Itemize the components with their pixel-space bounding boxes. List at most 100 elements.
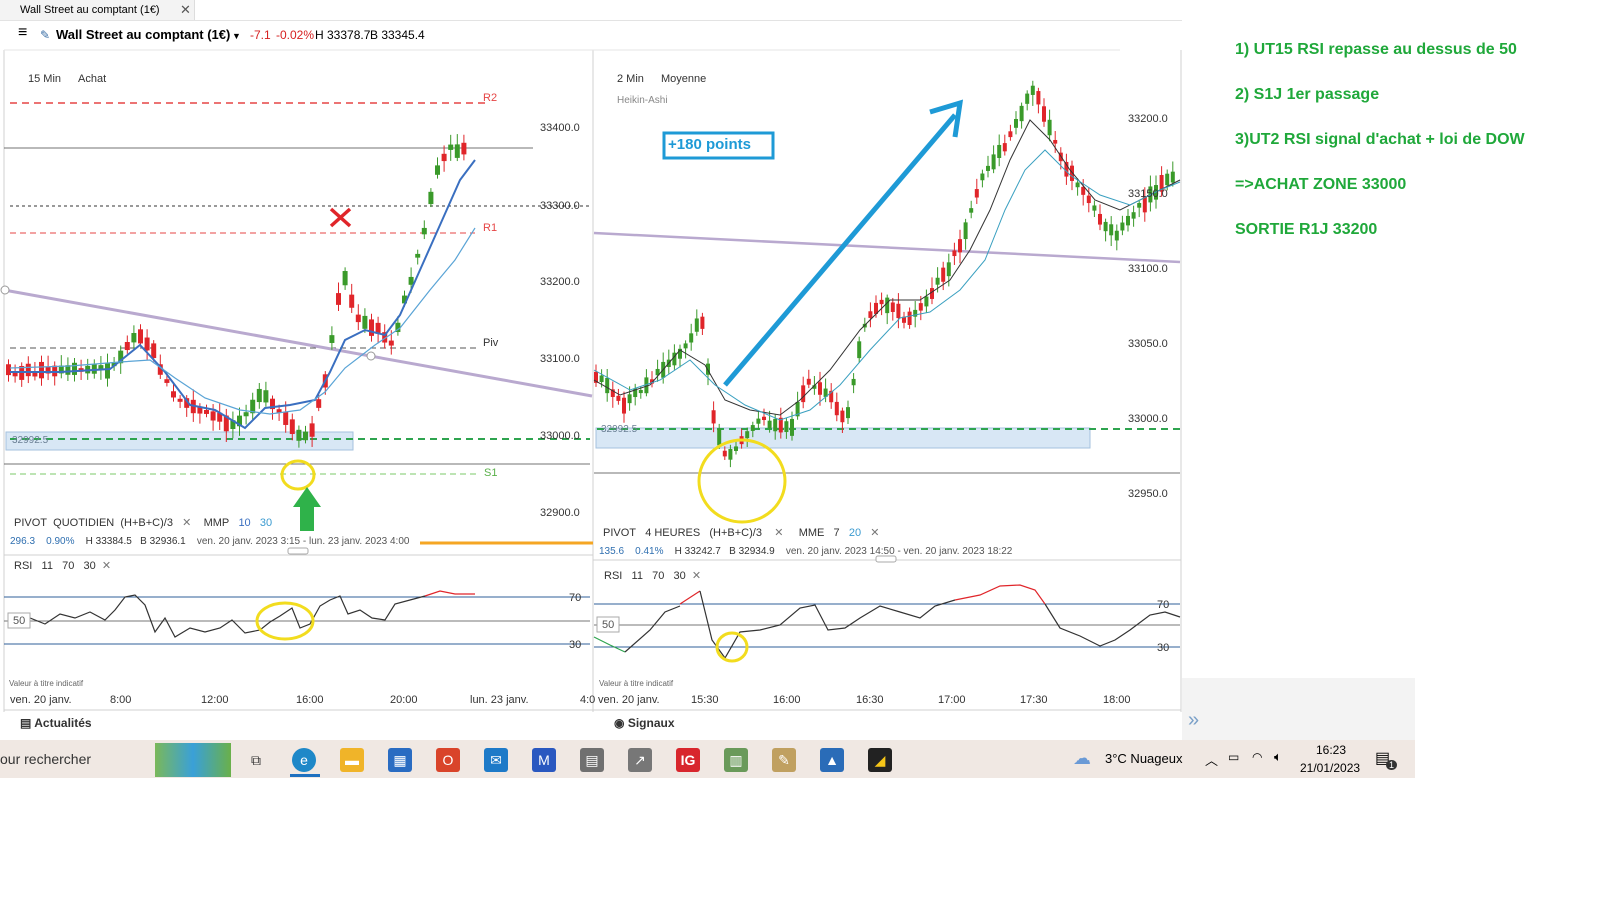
candle [1170,171,1175,183]
candle [952,250,957,257]
rsi-name: RSI [14,560,33,572]
left-rsi-chart[interactable] [4,590,590,645]
right-rsi-chart[interactable] [593,584,1181,663]
candle [316,399,322,408]
stock-app-icon[interactable]: ↗ [628,748,652,772]
price-tick: 33300.0 [540,200,580,212]
candle [441,153,447,162]
edge-icon[interactable]: e [292,748,316,772]
time-tick: 4:0 [580,694,596,706]
rsi-level-30: 30 [1157,642,1170,654]
close-icon[interactable]: ✕ [182,517,191,529]
candle [728,448,733,460]
tab-signaux-label: Signaux [627,716,675,730]
ma-period-1: 7 [833,527,840,539]
level-s1: S1 [484,467,498,479]
volume-icon[interactable]: 🔈︎ [1274,749,1282,765]
right-timeframe[interactable]: 2 Min [617,73,644,85]
rsi-level-70: 70 [1157,599,1170,611]
close-icon[interactable]: ✕ [102,560,111,572]
right-pivot-row: PIVOT 4 HEURES (H+B+C)/3 ✕ MME 7 20 ✕ [603,526,879,539]
candle [851,378,856,386]
candle [362,315,368,329]
candle [1092,205,1097,211]
up-arrow-icon [293,487,321,531]
task-view-icon[interactable]: ⧉ [244,748,268,772]
scroll-handle[interactable] [287,547,309,555]
rsi-param: 70 [652,570,665,582]
rsi-param: 11 [631,570,643,582]
expand-icon[interactable]: » [1188,709,1199,732]
candle [986,165,990,171]
candle [461,142,467,155]
candle [256,388,262,403]
time-tick: 17:00 [938,694,966,706]
clock-time[interactable]: 16:23 [1316,743,1346,757]
left-candles [6,134,467,448]
zone-label: 32992.5 [601,424,638,435]
weather-text[interactable]: 3°C Nuageux [1105,751,1182,766]
callout-text: +180 points [668,136,751,153]
chart-type: Heikin-Ashi [617,95,668,106]
left-timeframe[interactable]: 15 Min [28,73,61,85]
stat-pct: 0.90% [46,536,75,547]
left-price-chart[interactable] [0,102,593,531]
taskbar-search[interactable]: our rechercher [0,751,91,767]
sticky-notes-icon[interactable]: ◢ [868,748,892,772]
ig-icon[interactable]: IG [676,748,700,772]
candle [428,191,434,205]
chevron-up-icon[interactable]: ︿ [1205,750,1218,769]
candle [131,333,137,343]
tab-signaux[interactable]: ◉ Signaux [614,716,675,730]
candle [806,378,811,385]
mail-icon[interactable]: ✉ [484,748,508,772]
candle [974,189,979,198]
clock-date[interactable]: 21/01/2023 [1300,761,1360,775]
chart-app-icon[interactable]: M [532,748,556,772]
paint-icon[interactable]: ✎ [772,748,796,772]
candle [342,271,348,286]
office-icon[interactable]: O [436,748,460,772]
ma-period-2: 20 [848,527,862,539]
candle [605,377,610,394]
folder-icon[interactable]: ▬ [340,748,364,772]
candle [355,314,361,323]
price-tick: 33000.0 [540,430,580,442]
photos-icon[interactable]: ▲ [820,748,844,772]
ma-period-2: 30 [259,517,273,529]
battery-icon[interactable]: ▭ [1228,750,1239,764]
spreadsheet-icon[interactable]: ▥ [724,748,748,772]
wifi-icon[interactable]: ◠ [1252,750,1262,764]
stat-low: B 32934.9 [729,546,775,557]
stat-value: 296.3 [10,536,36,547]
price-tick: 32900.0 [540,507,580,519]
candle [1025,93,1030,104]
candle [840,410,845,423]
time-tick: 16:00 [773,694,801,706]
candle [711,410,716,424]
candle [935,277,940,285]
candle [599,375,604,383]
price-tick: 33050.0 [1128,338,1168,350]
close-icon[interactable]: ✕ [774,527,783,539]
candle [369,319,374,336]
candle [969,208,974,213]
red-x-icon [329,207,352,228]
left-mode[interactable]: Achat [78,73,106,85]
candle [336,293,341,305]
close-icon[interactable]: ✕ [870,527,879,539]
disclaimer: Valeur à titre indicatif [599,679,674,688]
candle [980,173,985,181]
left-stats-row: 296.3 0.90% H 33384.5 B 32936.1 ven. 20 … [10,536,409,547]
charts-canvas[interactable] [0,0,1190,740]
right-mode[interactable]: Moyenne [661,73,706,85]
calculator-icon[interactable]: ▤ [580,748,604,772]
candle [421,227,427,235]
candle [171,391,176,398]
zone-label: 32992.5 [12,435,49,446]
store-icon[interactable]: ▦ [388,748,412,772]
candle [435,165,440,175]
tab-actualites[interactable]: ▤ Actualités [20,716,92,730]
time-tick: ven. 20 janv. [598,694,660,706]
close-icon[interactable]: ✕ [692,570,701,582]
